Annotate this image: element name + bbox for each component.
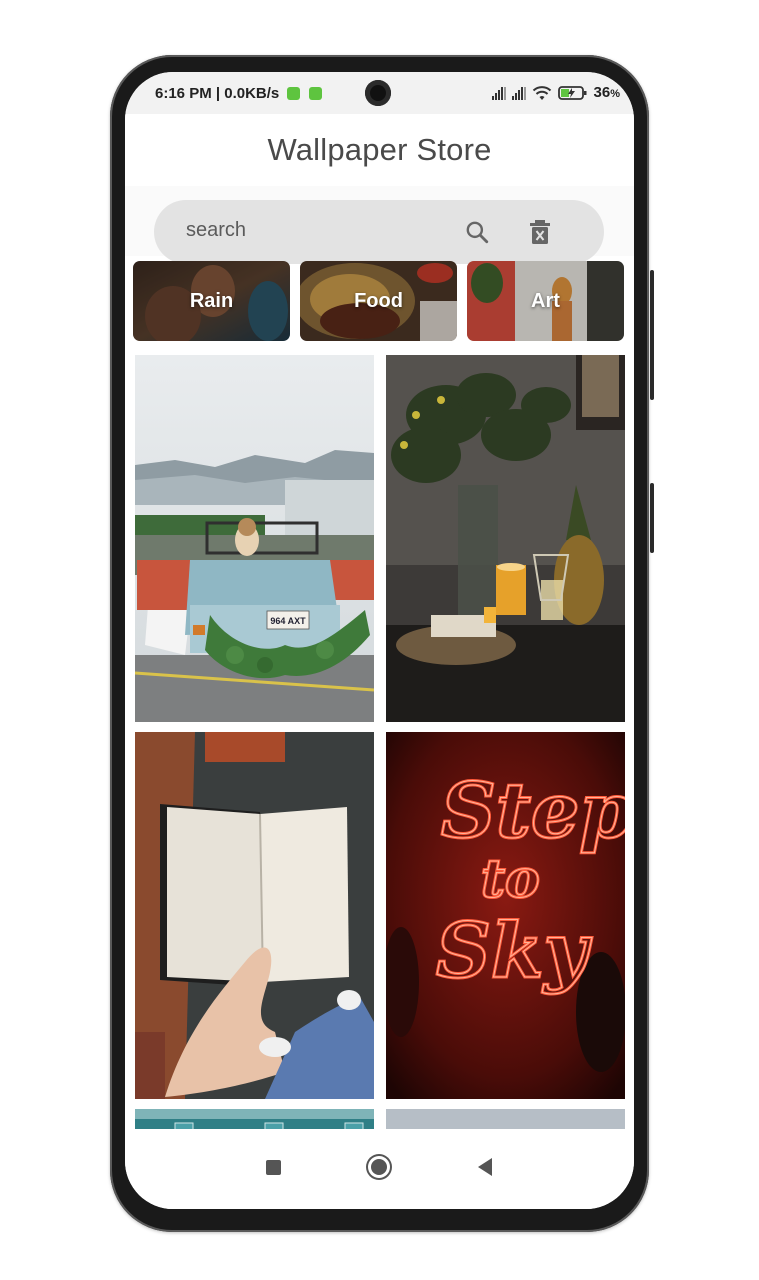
wallpaper-image: Step to Sky Step to Sky xyxy=(386,732,625,1099)
search-bar xyxy=(154,200,604,264)
app-bar: Wallpaper Store xyxy=(125,114,634,186)
wifi-icon xyxy=(532,85,551,100)
search-icon[interactable] xyxy=(461,216,493,248)
delete-icon[interactable] xyxy=(524,216,556,248)
category-label: Rain xyxy=(189,289,234,312)
license-plate: 964 AXT xyxy=(270,616,306,626)
category-art[interactable]: Art xyxy=(467,261,624,341)
wallpaper-image xyxy=(135,732,374,1099)
status-time: 6:16 PM | 0.0KB/s xyxy=(155,85,280,102)
status-bar: 6:16 PM | 0.0KB/s 36% xyxy=(125,72,634,114)
front-camera xyxy=(365,80,391,106)
battery-unit: % xyxy=(610,88,620,100)
signal-icon xyxy=(491,86,506,100)
system-nav-bar xyxy=(125,1129,634,1209)
home-circle-icon[interactable] xyxy=(361,1149,397,1185)
battery-percent: 36 xyxy=(593,84,611,101)
wallpaper-tile[interactable]: Step to Sky Step to Sky xyxy=(386,732,625,1099)
screen: 6:16 PM | 0.0KB/s 36% Wallpaper Store se… xyxy=(125,72,634,1209)
page-title: Wallpaper Store xyxy=(267,132,492,167)
wallpaper-grid: 964 AXT Step to Sky Step to Sky xyxy=(135,355,625,1155)
app-notification-icon xyxy=(287,87,301,100)
neon-glow-line3: Sky xyxy=(436,906,593,995)
search-input[interactable] xyxy=(184,214,428,246)
neon-glow-line2: to xyxy=(481,849,540,910)
neon-glow-line1: Step xyxy=(441,766,625,855)
recents-square-icon[interactable] xyxy=(255,1149,291,1185)
category-rain[interactable]: Rain xyxy=(133,261,290,341)
back-triangle-icon[interactable] xyxy=(467,1149,503,1185)
category-food[interactable]: Food xyxy=(300,261,457,341)
phone-frame: 6:16 PM | 0.0KB/s 36% Wallpaper Store se… xyxy=(110,55,654,1232)
power-button xyxy=(650,483,654,553)
app-notification-icon xyxy=(308,87,322,100)
volume-button xyxy=(650,270,654,400)
wallpaper-tile[interactable] xyxy=(386,355,625,722)
wallpaper-tile[interactable] xyxy=(135,732,374,1099)
category-row: Rain Food Art xyxy=(133,261,625,343)
battery-charging-icon xyxy=(557,85,587,100)
category-label: Food xyxy=(354,289,403,312)
wallpaper-image: 964 AXT xyxy=(135,355,374,722)
wallpaper-image xyxy=(386,355,625,722)
category-label: Art xyxy=(531,289,560,312)
wallpaper-tile[interactable]: 964 AXT xyxy=(135,355,374,722)
search-section xyxy=(125,186,634,264)
signal-icon xyxy=(511,86,526,100)
